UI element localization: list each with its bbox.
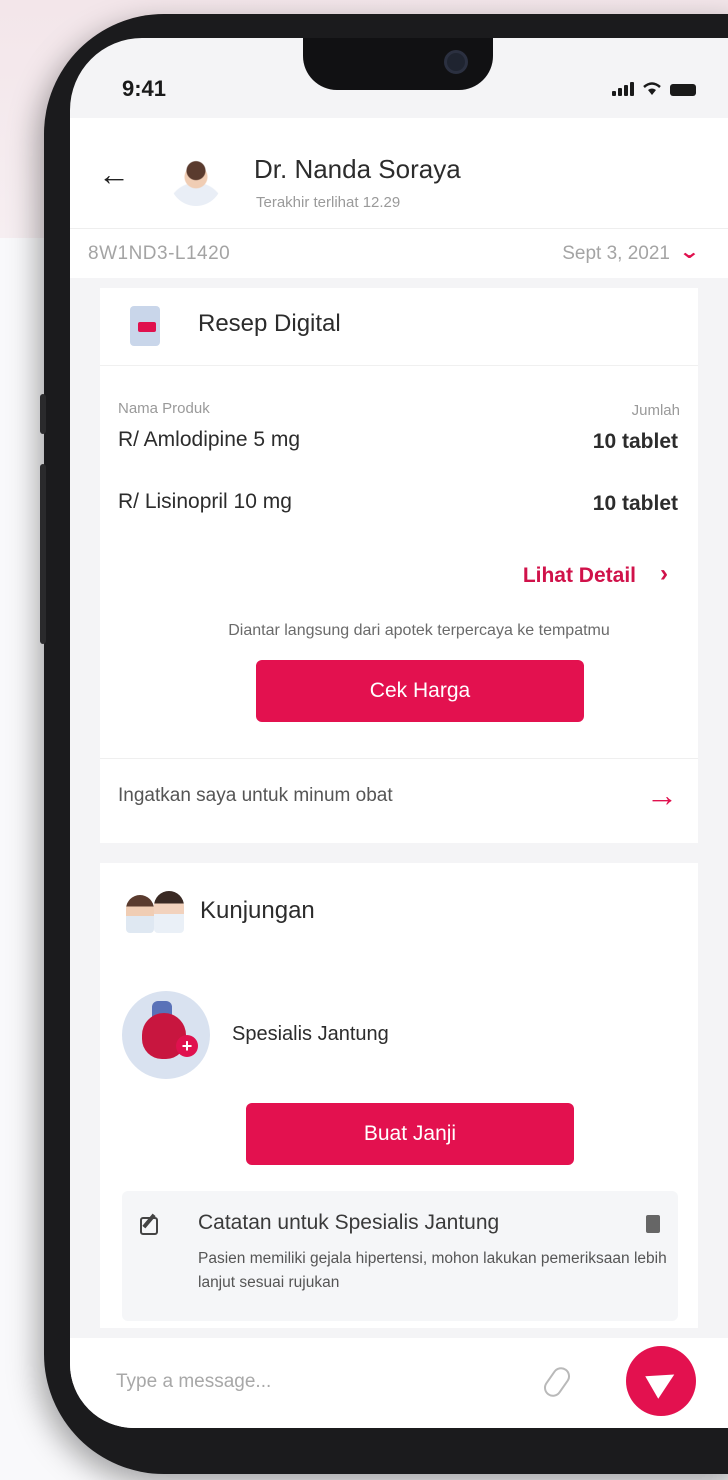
prescription-header: Resep Digital [100, 288, 698, 366]
status-time: 9:41 [122, 76, 167, 101]
last-seen: Terakhir terlihat 12.29 [256, 194, 401, 211]
status-icons [612, 82, 696, 96]
chevron-right-icon[interactable]: › [660, 560, 668, 588]
heart-icon: + [122, 991, 210, 1079]
edit-icon[interactable] [140, 1217, 158, 1235]
order-date[interactable]: Sept 3, 2021 [562, 243, 670, 265]
arrow-right-icon[interactable]: → [646, 777, 678, 814]
reminder-text: Ingatkan saya untuk minum obat [118, 785, 393, 806]
reminder-row[interactable]: Ingatkan saya untuk minum obat → [100, 758, 698, 834]
side-button [40, 464, 46, 644]
medicine-qty: 10 tablet [592, 492, 678, 515]
signal-icon [612, 82, 634, 96]
back-arrow-icon[interactable]: ← [98, 156, 130, 193]
chevron-down-icon[interactable]: ⌄ [679, 239, 701, 264]
check-price-button[interactable]: Cek Harga [256, 660, 584, 722]
prescription-icon [130, 306, 164, 346]
visit-title: Kunjungan [200, 897, 315, 924]
medicine-qty: 10 tablet [592, 430, 678, 453]
note-box: Catatan untuk Spesialis Jantung Pasien m… [122, 1191, 678, 1321]
prescription-card: Resep Digital Nama Produk Jumlah R/ Amlo… [100, 288, 698, 843]
delivery-note: Diantar langsung dari apotek terpercaya … [228, 622, 610, 639]
column-qty: Jumlah [631, 402, 680, 419]
doctors-icon [126, 891, 186, 933]
avatar [170, 154, 222, 206]
send-button[interactable] [626, 1346, 696, 1416]
side-button [40, 394, 46, 434]
message-input[interactable] [92, 1350, 598, 1414]
medicine-name: R/ Lisinopril 10 mg [118, 490, 292, 513]
prescription-title: Resep Digital [198, 310, 341, 337]
wifi-icon [643, 82, 661, 95]
make-appointment-button[interactable]: Buat Janji [246, 1103, 574, 1165]
send-icon [645, 1363, 681, 1399]
chat-header: ← Dr. Nanda Soraya Terakhir terlihat 12.… [70, 118, 728, 228]
battery-icon [670, 84, 696, 96]
phone-screen: 9:41 ← Dr. Nanda Soraya Terakhir terliha… [70, 38, 728, 1428]
note-title: Catatan untuk Spesialis Jantung [198, 1211, 500, 1234]
order-id: 8W1ND3-L1420 [88, 243, 231, 264]
column-product: Nama Produk [118, 400, 210, 417]
visit-card: Kunjungan + Spesialis Jantung Buat Janji… [100, 863, 698, 1328]
medicine-name: R/ Amlodipine 5 mg [118, 428, 301, 451]
message-composer [70, 1338, 728, 1428]
note-body: Pasien memiliki gejala hipertensi, mohon… [198, 1250, 667, 1291]
detail-link[interactable]: Lihat Detail [523, 564, 636, 588]
doctor-name: Dr. Nanda Soraya [254, 154, 461, 184]
order-row: 8W1ND3-L1420 Sept 3, 2021 ⌄ [70, 228, 728, 278]
camera [444, 50, 468, 74]
copy-icon[interactable] [641, 1211, 660, 1233]
specialist-name: Spesialis Jantung [232, 1023, 389, 1045]
